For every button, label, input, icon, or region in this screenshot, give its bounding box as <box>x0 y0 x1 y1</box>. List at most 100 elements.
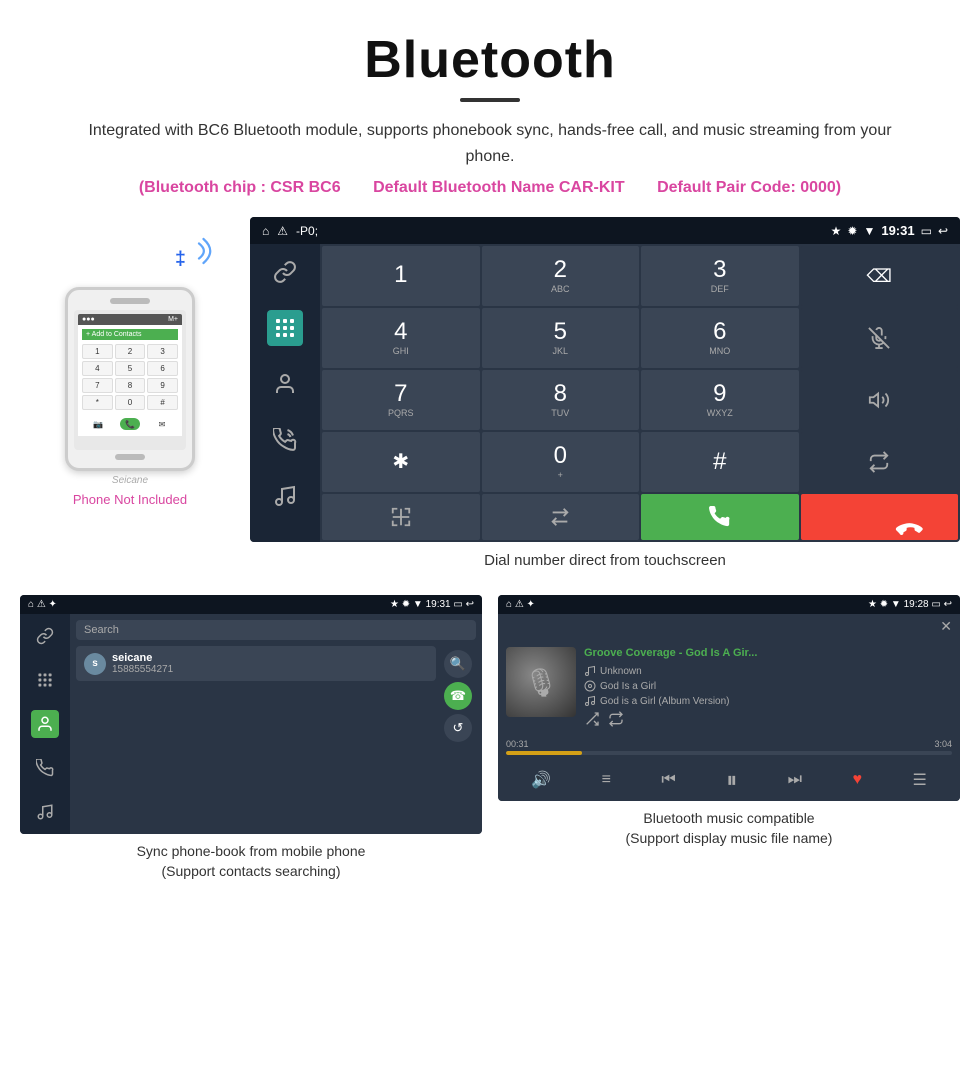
phone-mockup: ●●●M+ + Add to Contacts 1 2 3 4 5 6 7 8 … <box>65 287 195 471</box>
spec-chip: (Bluetooth chip : CSR BC6 <box>139 179 341 196</box>
car-screen-area: ⌂ ⚠ -P0; ★ ✹ ▼ 19:31 ▭ ↩ <box>250 217 960 579</box>
prev-button[interactable]: ⏮ <box>661 771 675 789</box>
dial-key-transfer[interactable] <box>482 494 640 540</box>
next-button[interactable]: ⏭ <box>788 771 802 789</box>
dial-key-call-green[interactable] <box>641 494 799 540</box>
battery-icon: ▭ <box>921 224 932 238</box>
dial-key-mute[interactable] <box>801 308 959 368</box>
phone-key-4[interactable]: 4 <box>82 361 113 376</box>
shuffle-icon[interactable] <box>584 711 600 727</box>
phone-speaker <box>110 298 150 304</box>
music-track: God is a Girl (Album Version) <box>584 695 952 707</box>
dial-key-hash[interactable]: # <box>641 432 799 492</box>
phone-bottom-bar: 📷 📞 ✉ <box>82 414 178 432</box>
pb-search-button[interactable]: 🔍 <box>444 650 472 678</box>
main-section: ‡ ●●●M+ + Add to Contacts 1 2 <box>0 207 980 579</box>
phone-call-btn[interactable]: 📞 <box>120 418 140 430</box>
page-description: Integrated with BC6 Bluetooth module, su… <box>80 118 900 169</box>
dial-key-5[interactable]: 5JKL <box>482 308 640 368</box>
pb-music-icon[interactable] <box>31 798 59 826</box>
phone-key-1[interactable]: 1 <box>82 344 113 359</box>
dial-key-call-red[interactable] <box>801 494 959 540</box>
sidebar-dialpad-icon[interactable] <box>267 310 303 346</box>
music-status-left: ⌂ ⚠ ✦ <box>506 599 535 610</box>
pb-search-bar[interactable]: Search <box>76 620 476 640</box>
pb-call-icon[interactable] <box>31 754 59 782</box>
music-caption-text: Bluetooth music compatible(Support displ… <box>626 810 833 846</box>
music-controls: 🔊 ≡ ⏮ ⏸ ⏭ ♥ ☰ <box>498 759 960 801</box>
sidebar-contact-icon[interactable] <box>267 366 303 402</box>
phone-key-9[interactable]: 9 <box>147 378 178 393</box>
sidebar-link-icon[interactable] <box>267 254 303 290</box>
sidebar-music-icon[interactable] <box>267 478 303 514</box>
pb-status-left: ⌂ ⚠ ✦ <box>28 599 57 610</box>
pb-call-button[interactable]: ☎ <box>444 682 472 710</box>
dial-key-3[interactable]: 3DEF <box>641 246 799 306</box>
equalizer-icon[interactable]: ≡ <box>602 771 611 789</box>
phone-key-3[interactable]: 3 <box>147 344 178 359</box>
pb-contact-row[interactable]: s seicane 15885554271 <box>76 646 436 681</box>
phone-key-5[interactable]: 5 <box>115 361 146 376</box>
spec-code: Default Pair Code: 0000) <box>657 179 841 196</box>
pb-refresh-button[interactable]: ↺ <box>444 714 472 742</box>
music-screen: ⌂ ⚠ ✦ ★ ✹ ▼ 19:28 ▭ ↩ ✕ 🎙 Groove Coverag… <box>498 595 960 801</box>
svg-text:‡: ‡ <box>175 248 186 270</box>
dialpad-grid: 1 2ABC 3DEF ⌫ 4GHI 5JKL 6MNO <box>320 244 960 542</box>
warning-icon: ⚠ <box>277 224 288 238</box>
dial-key-0[interactable]: 0+ <box>482 432 640 492</box>
dial-key-6[interactable]: 6MNO <box>641 308 799 368</box>
volume-control[interactable]: 🔊 <box>531 770 551 790</box>
phone-home-btn[interactable] <box>115 454 145 460</box>
album-art: 🎙 <box>506 647 576 717</box>
progress-times: 00:31 3:04 <box>506 739 952 749</box>
phone-key-7[interactable]: 7 <box>82 378 113 393</box>
dial-key-1[interactable]: 1 <box>322 246 480 306</box>
album-art-image: 🎙 <box>506 647 576 717</box>
repeat-icon[interactable] <box>608 711 624 727</box>
pb-contact-icon[interactable] <box>31 710 59 738</box>
dial-key-swap[interactable] <box>801 432 959 492</box>
pb-dialpad-icon[interactable] <box>31 666 59 694</box>
pb-status-right: ★ ✹ ▼ 19:31 ▭ ↩ <box>390 599 474 610</box>
dial-key-backspace[interactable]: ⌫ <box>801 246 959 306</box>
favorite-button[interactable]: ♥ <box>853 771 863 789</box>
pb-content: Search s seicane 15885554271 <box>70 614 482 834</box>
phone-key-8[interactable]: 8 <box>115 378 146 393</box>
music-header: ✕ <box>498 614 960 639</box>
bluetooth-signal-icon: ‡ <box>160 227 220 287</box>
dial-key-2[interactable]: 2ABC <box>482 246 640 306</box>
spec-name: Default Bluetooth Name CAR-KIT <box>373 179 625 196</box>
location-icon: ★ <box>831 224 842 238</box>
dial-key-star[interactable]: ✱ <box>322 432 480 492</box>
dial-key-7[interactable]: 7PQRS <box>322 370 480 430</box>
sidebar-call-icon[interactable] <box>267 422 303 458</box>
progress-bar[interactable] <box>506 751 952 755</box>
phone-key-hash[interactable]: # <box>147 395 178 410</box>
car-screen-dial: ⌂ ⚠ -P0; ★ ✹ ▼ 19:31 ▭ ↩ <box>250 217 960 542</box>
dial-key-merge[interactable] <box>322 494 480 540</box>
dial-key-8[interactable]: 8TUV <box>482 370 640 430</box>
phone-key-6[interactable]: 6 <box>147 361 178 376</box>
back-icon[interactable]: ↩ <box>938 224 948 238</box>
phone-screen: ●●●M+ + Add to Contacts 1 2 3 4 5 6 7 8 … <box>74 310 186 450</box>
phonebook-caption-text: Sync phone-book from mobile phone(Suppor… <box>137 843 366 879</box>
pb-body: Search s seicane 15885554271 <box>20 614 482 834</box>
phone-key-0[interactable]: 0 <box>115 395 146 410</box>
pb-link-icon[interactable] <box>31 622 59 650</box>
phone-keypad: 1 2 3 4 5 6 7 8 9 * 0 # <box>82 344 178 410</box>
car-status-bar: ⌂ ⚠ -P0; ★ ✹ ▼ 19:31 ▭ ↩ <box>250 217 960 244</box>
phone-key-2[interactable]: 2 <box>115 344 146 359</box>
pause-button[interactable]: ⏸ <box>726 767 737 793</box>
playlist-icon[interactable]: ☰ <box>912 770 926 790</box>
dial-key-volume[interactable] <box>801 370 959 430</box>
phone-video-btn[interactable]: 📷 <box>88 418 108 430</box>
pb-contact-name: seicane <box>112 652 173 664</box>
phone-key-star[interactable]: * <box>82 395 113 410</box>
dial-key-9[interactable]: 9WXYZ <box>641 370 799 430</box>
usb-icon: -P0; <box>296 224 318 238</box>
music-close-button[interactable]: ✕ <box>940 618 952 635</box>
dial-key-4[interactable]: 4GHI <box>322 308 480 368</box>
phone-screen-top: ●●●M+ <box>78 314 182 325</box>
phone-msg-btn[interactable]: ✉ <box>152 418 172 430</box>
title-underline <box>460 98 520 102</box>
